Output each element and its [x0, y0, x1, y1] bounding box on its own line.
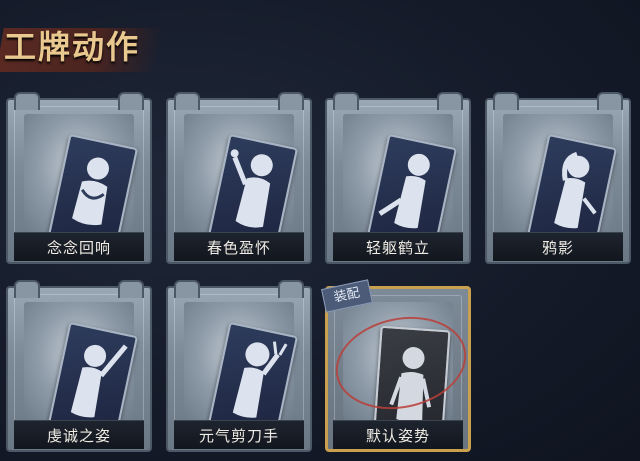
- frame-ornament: [118, 280, 144, 298]
- card-label: 虔诚之姿: [46, 427, 111, 445]
- badge-action-card[interactable]: 轻躯鹤立: [325, 92, 471, 264]
- card-label: 春色盈怀: [206, 239, 271, 257]
- section-header: 工牌动作: [0, 10, 190, 76]
- section-title: 工牌动作: [4, 28, 141, 66]
- card-label-bar: 春色盈怀: [174, 232, 304, 261]
- card-label: 默认姿势: [365, 427, 430, 445]
- frame-ornament: [14, 280, 40, 298]
- card-label-bar: 元气剪刀手: [174, 420, 304, 449]
- frame-ornament: [118, 92, 144, 110]
- frame-ornament: [597, 92, 623, 110]
- card-label: 鸦影: [541, 239, 574, 257]
- card-art: [24, 302, 139, 439]
- frame-ornament: [437, 92, 463, 110]
- frame-ornament: [278, 92, 304, 110]
- frame-ornament: [174, 92, 200, 110]
- card-art: [184, 114, 299, 251]
- badge-action-card[interactable]: 春色盈怀: [166, 92, 312, 264]
- card-art: [184, 302, 299, 439]
- card-art: [503, 114, 618, 251]
- badge-action-card[interactable]: 念念回响: [6, 92, 152, 264]
- badge-action-card[interactable]: 鸦影: [485, 92, 631, 264]
- frame-ornament: [333, 92, 359, 110]
- card-label: 轻躯鹤立: [365, 239, 430, 257]
- frame-ornament: [278, 280, 304, 298]
- card-art: [343, 114, 458, 251]
- card-label-bar: 默认姿势: [333, 420, 463, 449]
- card-label-bar: 虔诚之姿: [14, 420, 144, 449]
- card-label-bar: 鸦影: [493, 232, 623, 261]
- card-label: 元气剪刀手: [198, 427, 279, 445]
- frame-ornament: [174, 280, 200, 298]
- frame-ornament: [14, 92, 40, 110]
- card-label: 念念回响: [46, 239, 111, 257]
- card-art: [24, 114, 139, 251]
- badge-action-card[interactable]: 虔诚之姿: [6, 280, 152, 452]
- card-label-bar: 轻躯鹤立: [333, 232, 463, 261]
- card-label-bar: 念念回响: [14, 232, 144, 261]
- badge-action-card[interactable]: 元气剪刀手: [166, 280, 312, 452]
- badge-action-card-equipped[interactable]: 装配 默认姿势: [321, 279, 475, 452]
- frame-ornament: [493, 92, 519, 110]
